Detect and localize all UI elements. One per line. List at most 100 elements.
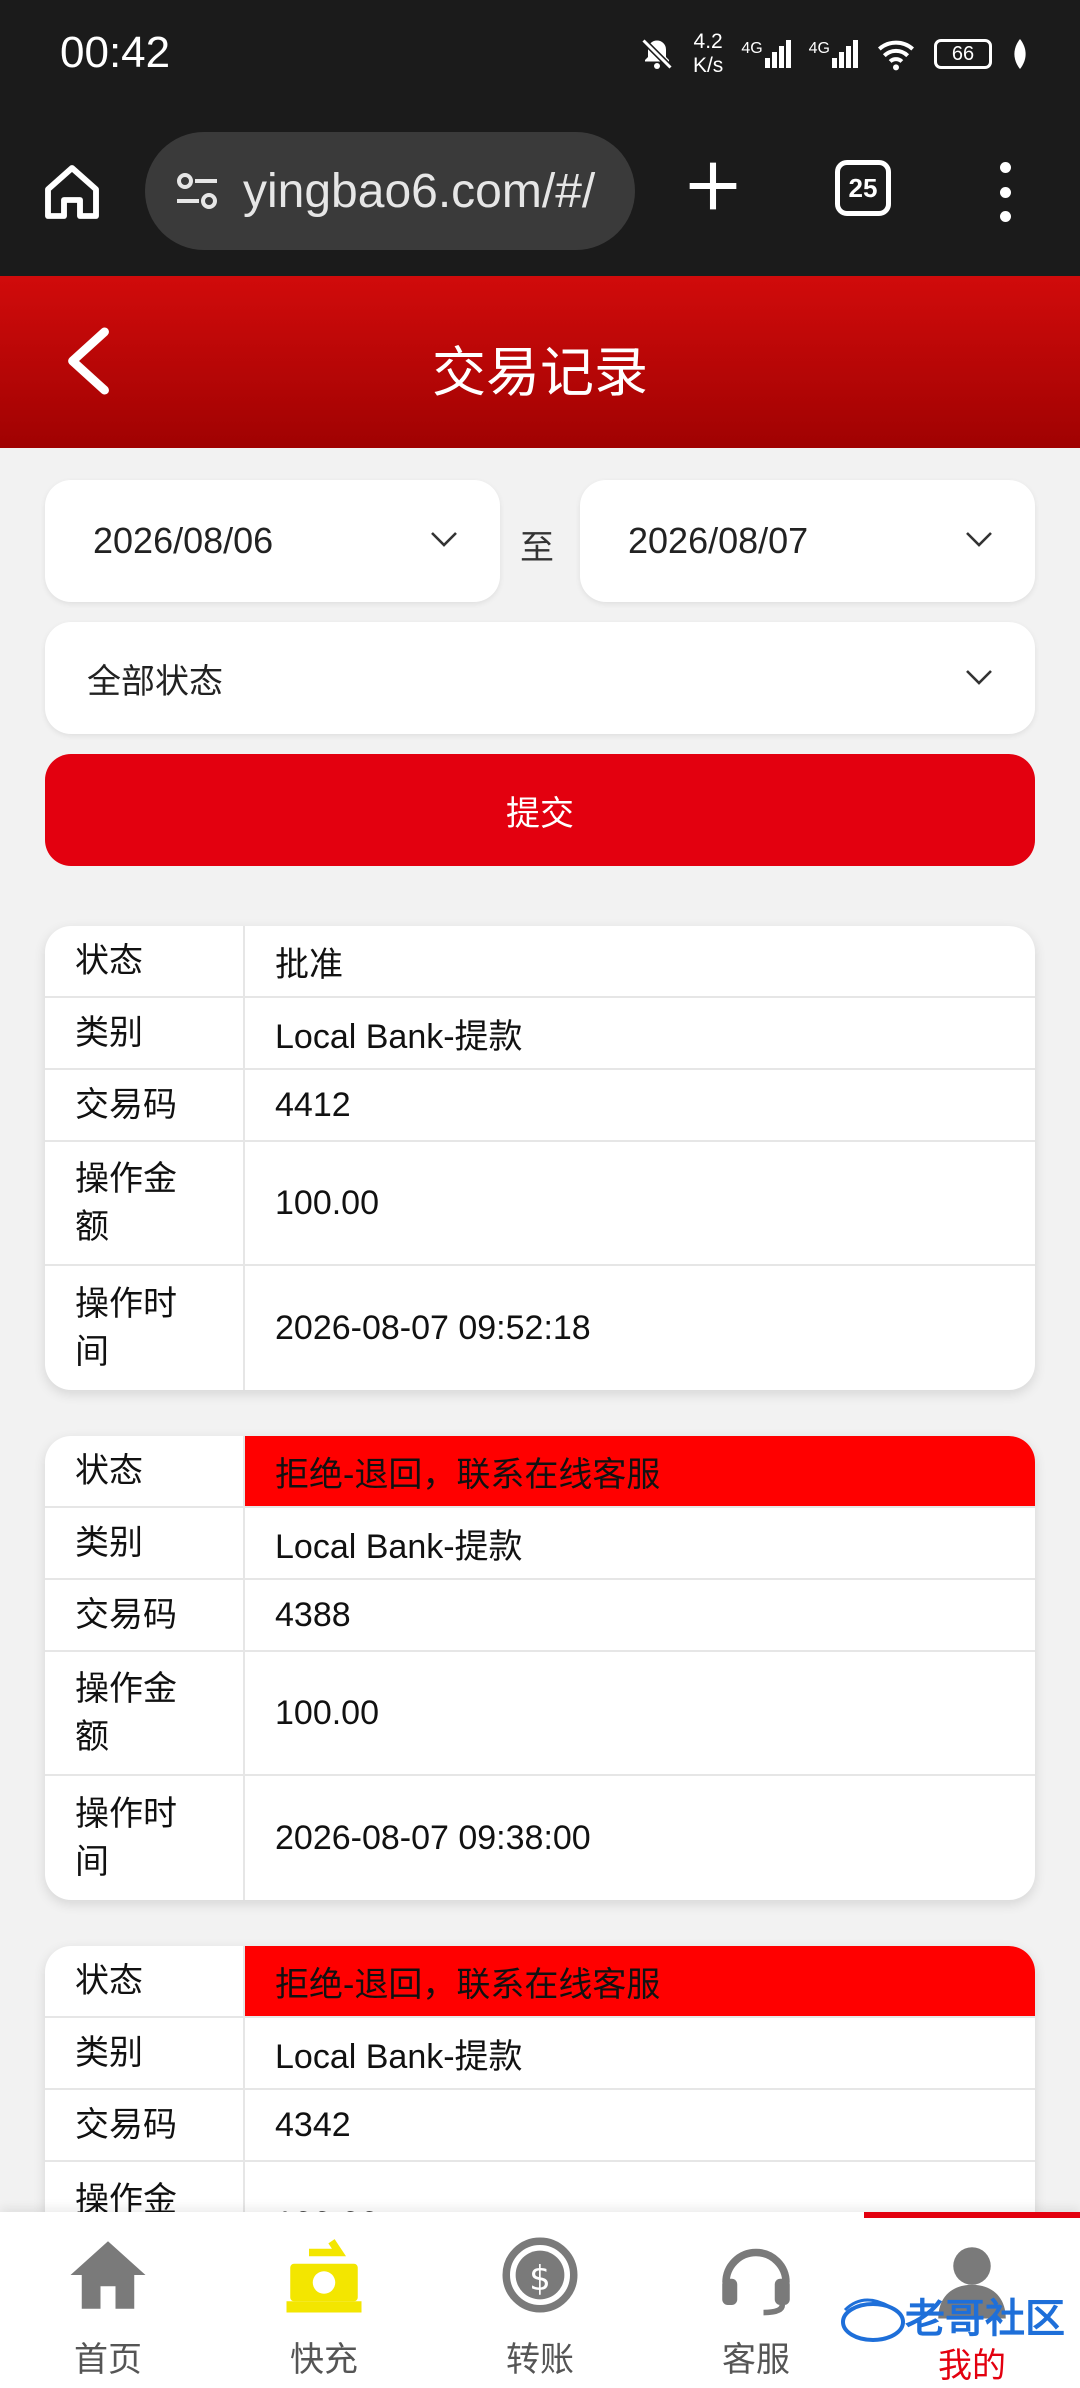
amount-label-line1: 操作金 — [75, 1670, 177, 1708]
battery-icon: 66 — [934, 39, 992, 69]
time-label-line1: 操作时 — [75, 1285, 177, 1323]
transaction-record: 状态 拒绝-退回，联系在线客服 类别 Local Bank-提款 交易码 438… — [45, 1436, 1035, 1900]
amount-value: 100.00 — [275, 1693, 379, 1732]
signal-1-label: 4G — [741, 40, 763, 57]
start-date-select[interactable]: 2026/08/06 — [45, 480, 500, 602]
svg-text:$: $ — [529, 2259, 550, 2298]
watermark-text: 老哥社区 — [905, 2296, 1065, 2342]
status-filter-value: 全部状态 — [87, 662, 223, 701]
code-value: 4342 — [275, 2105, 351, 2144]
chevron-down-icon — [966, 670, 992, 685]
amount-label: 操作金额 — [45, 1652, 245, 1774]
battery-level: 66 — [951, 42, 975, 65]
record-row-type: 类别 Local Bank-提款 — [45, 998, 1035, 1070]
nav-home-label: 首页 — [74, 2341, 142, 2379]
nav-transfer-label: 转账 — [506, 2341, 574, 2379]
start-date-value: 2026/08/06 — [93, 520, 274, 561]
record-row-status: 状态 拒绝-退回，联系在线客服 — [45, 1436, 1035, 1508]
nav-fast-recharge-label: 快充 — [290, 2341, 358, 2379]
watermark-logo: 老哥社区 — [841, 2296, 1065, 2342]
status-icons: 4.2 K/s 4G 4G 66 — [639, 30, 1030, 78]
time-label-line2: 间 — [75, 1333, 109, 1371]
status-label: 状态 — [45, 1946, 245, 2016]
code-label: 交易码 — [45, 1580, 245, 1650]
record-row-status: 状态 批准 — [45, 926, 1035, 998]
signal-2-icon: 4G — [809, 40, 858, 68]
code-value: 4388 — [275, 1595, 351, 1634]
time-value: 2026-08-07 09:38:00 — [275, 1818, 591, 1857]
record-row-type: 类别 Local Bank-提款 — [45, 1508, 1035, 1580]
amount-label-line2: 额 — [75, 1718, 109, 1756]
time-label: 操作时间 — [45, 1266, 245, 1390]
tab-switcher-button[interactable]: 25 — [835, 160, 891, 216]
mute-bell-icon — [641, 38, 673, 70]
date-range-separator: 至 — [520, 529, 554, 567]
wifi-icon — [878, 40, 914, 71]
speed-value: 4.2 — [693, 30, 723, 53]
leaf-icon — [1014, 39, 1026, 69]
type-label: 类别 — [45, 1508, 245, 1578]
new-tab-icon[interactable] — [685, 158, 741, 214]
code-label: 交易码 — [45, 1070, 245, 1140]
record-row-amount: 操作金额 100.00 — [45, 1142, 1035, 1266]
status-value: 拒绝-退回，联系在线客服 — [245, 1946, 1035, 2016]
signal-2-label: 4G — [808, 40, 830, 57]
more-menu-icon[interactable] — [990, 162, 1020, 222]
chevron-down-icon — [966, 532, 992, 547]
home-icon — [70, 2241, 146, 2309]
tab-count: 25 — [848, 172, 878, 203]
speed-unit: K/s — [692, 54, 724, 77]
nav-customer-service[interactable]: 客服 — [648, 2212, 864, 2388]
status-filter-select[interactable]: 全部状态 — [45, 622, 1035, 734]
nav-home[interactable]: 首页 — [0, 2212, 216, 2388]
browser-toolbar: yingbao6.com/#/ 25 — [0, 110, 1080, 276]
code-value: 4412 — [275, 1085, 351, 1124]
status-label: 状态 — [45, 926, 245, 996]
amount-value: 100.00 — [275, 1183, 379, 1222]
transaction-record: 状态 批准 类别 Local Bank-提款 交易码 4412 操作金额 100… — [45, 926, 1035, 1390]
network-speed: 4.2 K/s — [693, 30, 723, 78]
transfer-icon: $ — [502, 2237, 578, 2313]
record-row-code: 交易码 4388 — [45, 1580, 1035, 1652]
status-bar: 00:42 4.2 K/s 4G 4G 66 — [0, 0, 1080, 110]
record-row-time: 操作时间 2026-08-07 09:52:18 — [45, 1266, 1035, 1390]
amount-label-line2: 额 — [75, 1208, 109, 1246]
clock: 00:42 — [60, 28, 171, 77]
time-label-line1: 操作时 — [75, 1795, 177, 1833]
type-value: Local Bank-提款 — [275, 1527, 523, 1566]
time-value: 2026-08-07 09:52:18 — [275, 1308, 591, 1347]
page-title: 交易记录 — [432, 343, 648, 403]
type-value: Local Bank-提款 — [275, 1017, 523, 1056]
type-value: Local Bank-提款 — [275, 2037, 523, 2076]
nav-customer-service-label: 客服 — [722, 2341, 790, 2379]
chevron-down-icon — [431, 532, 457, 547]
status-value: 批准 — [275, 945, 343, 984]
time-label-line2: 间 — [75, 1843, 109, 1881]
amount-label-line1: 操作金 — [75, 1160, 177, 1198]
record-row-status: 状态 拒绝-退回，联系在线客服 — [45, 1946, 1035, 2018]
page-header: 交易记录 — [0, 276, 1080, 448]
signal-1-icon: 4G — [741, 40, 791, 68]
code-label: 交易码 — [45, 2090, 245, 2160]
status-value: 拒绝-退回，联系在线客服 — [245, 1436, 1035, 1506]
amount-label: 操作金额 — [45, 1142, 245, 1264]
nav-fast-recharge[interactable]: 快充 — [216, 2212, 432, 2388]
submit-button[interactable]: 提交 — [45, 754, 1035, 866]
record-row-code: 交易码 4342 — [45, 2090, 1035, 2162]
status-label: 状态 — [45, 1436, 245, 1506]
type-label: 类别 — [45, 2018, 245, 2088]
address-bar[interactable]: yingbao6.com/#/ — [145, 132, 635, 250]
nav-transfer[interactable]: $ 转账 — [432, 2212, 648, 2388]
fast-recharge-icon — [286, 2239, 362, 2313]
record-row-amount: 操作金额 100.00 — [45, 1652, 1035, 1776]
url-text: yingbao6.com/#/ — [243, 164, 596, 218]
record-row-time: 操作时间 2026-08-07 09:38:00 — [45, 1776, 1035, 1900]
time-label: 操作时间 — [45, 1776, 245, 1900]
end-date-value: 2026/08/07 — [628, 520, 809, 561]
home-icon[interactable] — [40, 160, 104, 224]
headset-icon — [722, 2248, 790, 2316]
record-row-code: 交易码 4412 — [45, 1070, 1035, 1142]
end-date-select[interactable]: 2026/08/07 — [580, 480, 1035, 602]
type-label: 类别 — [45, 998, 245, 1068]
site-settings-icon[interactable] — [173, 167, 221, 215]
